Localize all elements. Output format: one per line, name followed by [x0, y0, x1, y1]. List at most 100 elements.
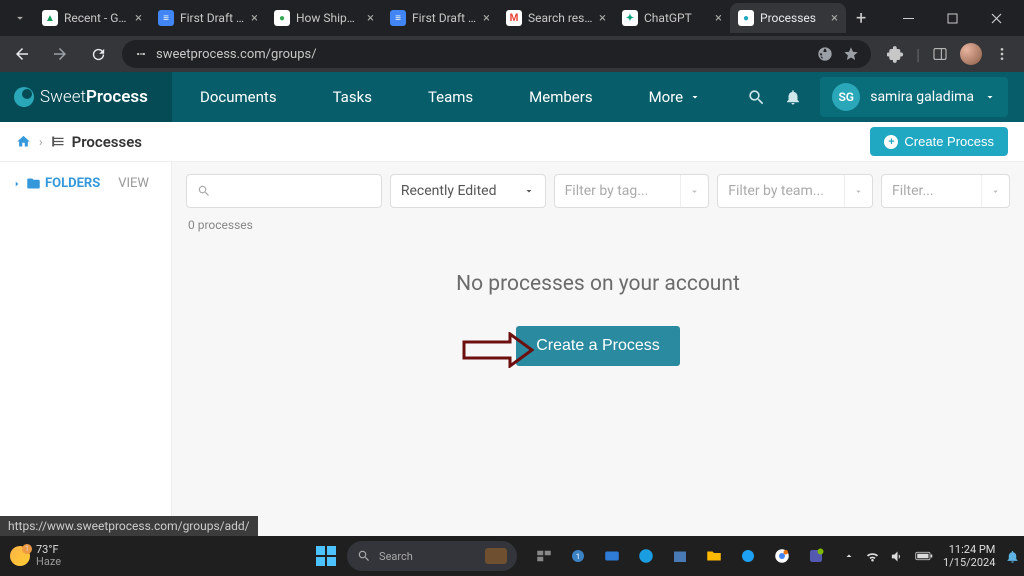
windows-taskbar: 1 73°F Haze Search 1 11:24 P — [0, 536, 1024, 576]
reload-button[interactable] — [84, 40, 112, 68]
notifications-icon[interactable] — [1005, 549, 1020, 564]
weather-icon: 1 — [10, 546, 30, 566]
teams-icon[interactable] — [801, 541, 831, 571]
battery-icon[interactable] — [915, 550, 933, 562]
chevron-down-icon — [981, 175, 1009, 207]
breadcrumb-bar: › Processes + Create Process — [0, 122, 1024, 162]
start-button[interactable] — [311, 541, 341, 571]
gmail-icon: M — [506, 10, 522, 26]
nav-documents[interactable]: Documents — [172, 72, 305, 122]
sort-select[interactable]: Recently Edited — [390, 174, 546, 208]
create-a-process-button[interactable]: Create a Process — [516, 326, 680, 366]
maximize-button[interactable] — [930, 3, 974, 33]
close-icon[interactable]: × — [251, 11, 258, 26]
plus-icon: + — [884, 135, 898, 149]
chevron-down-icon — [689, 91, 701, 103]
docs-icon: ≡ — [390, 10, 406, 26]
logo-text: SweetProcess — [40, 87, 148, 107]
site-info-icon[interactable] — [134, 47, 148, 61]
breadcrumb-separator: › — [39, 135, 43, 149]
browser-tab[interactable]: ●How ShipCalm× — [266, 3, 382, 33]
drive-icon: ▲ — [42, 10, 58, 26]
sidebar-folders[interactable]: FOLDERS — [12, 176, 100, 191]
tab-dropdown-icon[interactable] — [6, 11, 34, 25]
close-icon[interactable]: × — [831, 11, 838, 26]
chevron-down-icon — [984, 91, 996, 103]
chrome-icon[interactable] — [767, 541, 797, 571]
url-input[interactable]: sweetprocess.com/groups/ — [122, 40, 871, 68]
taskview-icon[interactable] — [529, 541, 559, 571]
taskbar-weather[interactable]: 1 73°F Haze — [0, 544, 71, 568]
close-icon[interactable]: × — [483, 11, 490, 26]
chevron-down-icon — [844, 175, 872, 207]
nav-members[interactable]: Members — [501, 72, 620, 122]
close-window-button[interactable] — [974, 3, 1018, 33]
bookmark-icon[interactable] — [843, 46, 859, 62]
back-button[interactable] — [8, 40, 36, 68]
tab-title: ChatGPT — [644, 11, 709, 25]
tab-title: Search results — [528, 11, 593, 25]
site-icon: ● — [274, 10, 290, 26]
store-icon[interactable] — [665, 541, 695, 571]
empty-state: No processes on your account Create a Pr… — [186, 272, 1010, 366]
browser-tab[interactable]: ▲Recent - Goo× — [34, 3, 150, 33]
mail-icon[interactable] — [597, 541, 627, 571]
weather-cond: Haze — [36, 556, 61, 568]
create-process-button[interactable]: + Create Process — [870, 127, 1008, 156]
sidebar-view[interactable]: VIEW — [118, 176, 149, 191]
close-icon[interactable]: × — [715, 11, 722, 26]
minimize-button[interactable] — [886, 3, 930, 33]
nav-tasks[interactable]: Tasks — [305, 72, 400, 122]
close-icon[interactable]: × — [135, 11, 142, 26]
processes-icon — [51, 134, 66, 149]
tab-title: First Draft for — [180, 11, 245, 25]
chrome-menu-icon[interactable] — [994, 46, 1010, 62]
wifi-icon[interactable] — [865, 549, 880, 564]
filter-team[interactable]: Filter by team... — [717, 174, 873, 208]
home-icon[interactable] — [16, 134, 31, 149]
forward-button[interactable] — [46, 40, 74, 68]
bell-icon[interactable] — [784, 88, 802, 106]
sidebar: FOLDERS VIEW — [0, 162, 172, 536]
search-icon — [197, 184, 211, 198]
search-input[interactable] — [186, 174, 382, 208]
new-tab-button[interactable]: + — [846, 8, 876, 29]
browser-tab[interactable]: M Search results × — [498, 3, 614, 33]
volume-icon[interactable] — [890, 549, 905, 564]
tab-strip: ▲Recent - Goo× ≡ First Draft for × ●How Sh… — [0, 0, 1024, 36]
page-title: Processes — [72, 133, 142, 151]
logo-icon — [14, 87, 34, 107]
status-bar-url: https://www.sweetprocess.com/groups/add/ — [0, 516, 258, 536]
user-name: samira galadima — [870, 89, 974, 105]
side-panel-icon[interactable] — [932, 46, 948, 62]
url-text: sweetprocess.com/groups/ — [156, 47, 317, 62]
app-icon[interactable] — [733, 541, 763, 571]
browser-tab[interactable]: ≡ First Draft for × — [382, 3, 498, 33]
taskbar-clock[interactable]: 11:24 PM 1/15/2024 — [943, 543, 995, 569]
user-menu[interactable]: SG samira galadima — [820, 77, 1008, 117]
tray-chevron-icon[interactable] — [843, 550, 855, 562]
tab-title: First Draft for — [412, 11, 477, 25]
search-icon — [357, 549, 371, 563]
profile-avatar[interactable] — [960, 43, 982, 65]
logo[interactable]: SweetProcess — [0, 72, 172, 122]
search-icon[interactable] — [747, 88, 766, 107]
extensions-icon[interactable] — [887, 46, 904, 63]
browser-tab-active[interactable]: ●Processes× — [730, 3, 846, 33]
filter-tag[interactable]: Filter by tag... — [554, 174, 710, 208]
close-icon[interactable]: × — [599, 11, 606, 26]
address-bar: sweetprocess.com/groups/ | — [0, 36, 1024, 72]
taskbar-search[interactable]: Search — [347, 541, 517, 571]
translate-icon[interactable] — [817, 46, 833, 62]
browser-tab[interactable]: ≡First Draft for× — [150, 3, 266, 33]
explorer-icon[interactable] — [699, 541, 729, 571]
close-icon[interactable]: × — [367, 11, 374, 26]
browser-tab[interactable]: ✦ ChatGPT × — [614, 3, 730, 33]
chatgpt-icon: ✦ — [622, 10, 638, 26]
edge-icon[interactable] — [631, 541, 661, 571]
copilot-icon[interactable]: 1 — [563, 541, 593, 571]
empty-title: No processes on your account — [186, 272, 1010, 296]
filter-generic[interactable]: Filter... — [881, 174, 1010, 208]
nav-teams[interactable]: Teams — [400, 72, 501, 122]
nav-more[interactable]: More — [621, 72, 730, 122]
